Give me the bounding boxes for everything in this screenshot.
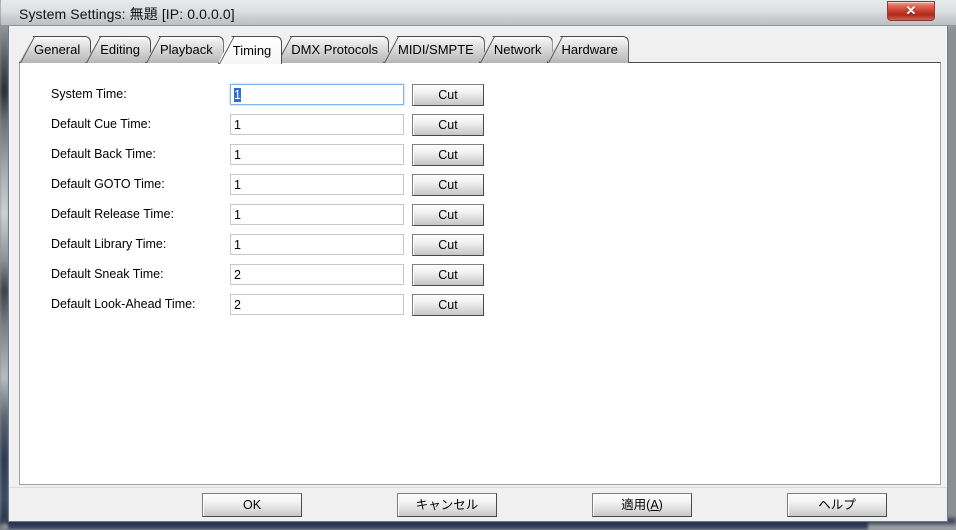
timing-row: System Time: Cut <box>20 84 940 108</box>
cut-button[interactable]: Cut <box>412 174 484 196</box>
timing-value-input[interactable] <box>230 174 404 195</box>
timing-row: Default Release Time: Cut <box>20 204 940 228</box>
tab-general[interactable]: General <box>19 36 92 63</box>
timing-value-input[interactable] <box>230 234 404 255</box>
cut-button[interactable]: Cut <box>412 234 484 256</box>
tab-midi-smpte[interactable]: MIDI/SMPTE <box>382 36 485 63</box>
timing-row: Default Look-Ahead Time: Cut <box>20 294 940 318</box>
timing-value-input[interactable] <box>230 84 404 105</box>
cut-button[interactable]: Cut <box>412 294 484 316</box>
background-bottom-accent <box>8 521 868 530</box>
cut-button[interactable]: Cut <box>412 264 484 286</box>
tab-strip: General Editing Playback Timing DMX Protocol… <box>19 36 629 64</box>
cut-button[interactable]: Cut <box>412 204 484 226</box>
timing-row: Default Library Time: Cut <box>20 234 940 258</box>
tab-page-timing: System Time:CutDefault Cue Time:CutDefau… <box>19 62 941 485</box>
window-title: System Settings: 無題 [IP: 0.0.0.0] <box>19 6 235 22</box>
timing-row-label: Default Library Time: <box>51 237 167 251</box>
help-button[interactable]: ヘルプ <box>787 493 887 517</box>
tab-hardware[interactable]: Hardware <box>546 36 629 63</box>
timing-row-label: Default Look-Ahead Time: <box>51 297 196 311</box>
timing-row: Default GOTO Time: Cut <box>20 174 940 198</box>
timing-row: Default Sneak Time: Cut <box>20 264 940 288</box>
close-icon: ✕ <box>905 3 917 18</box>
timing-value-input[interactable] <box>230 204 404 225</box>
cut-button[interactable]: Cut <box>412 84 484 106</box>
timing-value-input[interactable] <box>230 294 404 315</box>
timing-row-label: Default Sneak Time: <box>51 267 164 281</box>
tab-editing[interactable]: Editing <box>85 36 151 63</box>
title-bar: System Settings: 無題 [IP: 0.0.0.0] ✕ <box>1 0 956 26</box>
timing-row: Default Cue Time: Cut <box>20 114 940 138</box>
close-button[interactable]: ✕ <box>887 1 935 21</box>
timing-row-label: Default Back Time: <box>51 147 156 161</box>
timing-value-input[interactable] <box>230 114 404 135</box>
dialog-footer: OK キャンセル 適用(A) ヘルプ <box>9 487 947 521</box>
apply-button[interactable]: 適用(A) <box>592 493 692 517</box>
cancel-button[interactable]: キャンセル <box>397 493 497 517</box>
tab-dmx-protocols[interactable]: DMX Protocols <box>276 36 389 63</box>
system-settings-dialog: System Settings: 無題 [IP: 0.0.0.0] ✕ Gene… <box>1 0 956 522</box>
cut-button[interactable]: Cut <box>412 144 484 166</box>
tab-timing[interactable]: Timing <box>217 36 283 64</box>
apply-button-label: 適用(A) <box>621 498 663 512</box>
ok-button[interactable]: OK <box>202 493 302 517</box>
timing-row-label: Default GOTO Time: <box>51 177 165 191</box>
cut-button[interactable]: Cut <box>412 114 484 136</box>
tab-playback[interactable]: Playback <box>145 36 224 63</box>
timing-row: Default Back Time: Cut <box>20 144 940 168</box>
tab-network[interactable]: Network <box>478 36 553 63</box>
timing-row-label: Default Release Time: <box>51 207 174 221</box>
timing-row-label: System Time: <box>51 87 127 101</box>
timing-value-input[interactable] <box>230 264 404 285</box>
timing-value-input[interactable] <box>230 144 404 165</box>
timing-row-label: Default Cue Time: <box>51 117 152 131</box>
